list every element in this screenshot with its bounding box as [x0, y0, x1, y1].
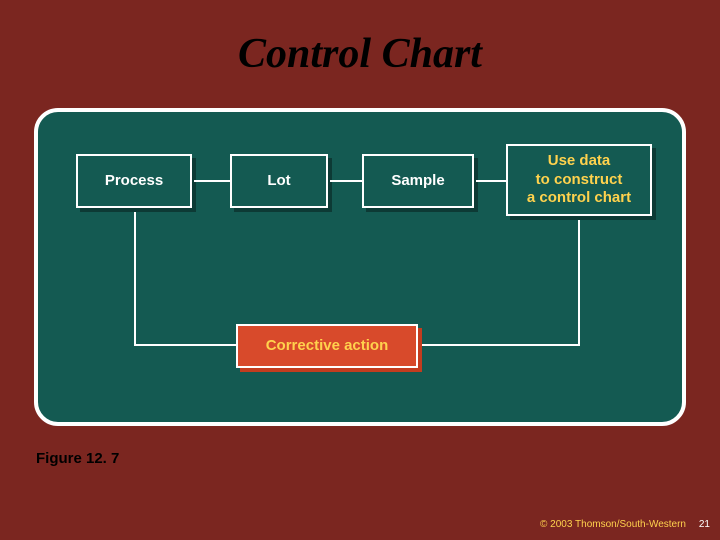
connector-lot-sample — [330, 180, 362, 182]
connector-process-lot — [194, 180, 230, 182]
box-process: Process — [76, 154, 192, 208]
slide-title: Control Chart — [0, 30, 720, 78]
box-corrective-action: Corrective action — [236, 324, 418, 368]
page-number: 21 — [699, 519, 710, 530]
box-use-data: Use data to construct a control chart — [506, 144, 652, 216]
copyright-text: © 2003 Thomson/South-Western — [540, 519, 686, 530]
diagram-panel: Process Lot Sample Use data to construct… — [34, 108, 686, 426]
connector-usedata-to-corrective — [422, 344, 580, 346]
connector-usedata-down — [578, 220, 580, 346]
figure-label: Figure 12. 7 — [36, 450, 119, 467]
connector-process-down — [134, 212, 136, 346]
connector-process-to-corrective — [134, 344, 236, 346]
connector-sample-usedata — [476, 180, 506, 182]
box-sample: Sample — [362, 154, 474, 208]
box-lot: Lot — [230, 154, 328, 208]
